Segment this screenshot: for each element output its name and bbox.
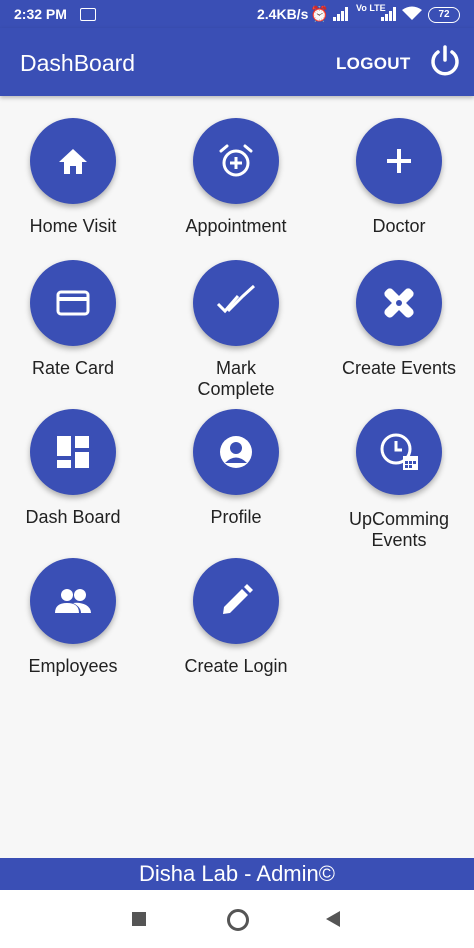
account-circle-icon [220, 436, 252, 468]
tile-label: Mark Complete [197, 358, 275, 399]
tile-label: UpComming Events [348, 509, 450, 550]
app-bar: DashBoard LOGOUT [0, 28, 474, 96]
back-icon[interactable] [326, 911, 340, 927]
tile-rate-card[interactable]: Rate Card [0, 260, 148, 379]
tile-label: Home Visit [29, 216, 117, 236]
bandage-icon [384, 288, 414, 318]
tile-create-login[interactable]: Create Login [161, 558, 311, 677]
mark-complete-button[interactable] [193, 260, 279, 346]
tile-upcomming-events[interactable]: UpComming Events [324, 409, 474, 551]
tile-label: Doctor [372, 216, 426, 236]
tile-dash-board[interactable]: Dash Board [0, 409, 148, 528]
signal-icon [333, 7, 348, 21]
tile-home-visit[interactable]: Home Visit [0, 118, 148, 237]
tile-doctor[interactable]: Doctor [324, 118, 474, 237]
home-visit-button[interactable] [30, 118, 116, 204]
tile-appointment[interactable]: Appointment [161, 118, 311, 237]
plus-icon [387, 149, 411, 173]
wifi-icon [402, 6, 422, 20]
tile-employees[interactable]: Employees [0, 558, 148, 677]
network-speed: 2.4KB/s [257, 6, 309, 22]
done-all-icon [216, 284, 256, 314]
tile-label: Employees [28, 656, 118, 676]
system-nav-bar [0, 890, 474, 948]
alarm-add-icon [219, 144, 253, 177]
tile-label: Profile [210, 507, 262, 527]
tile-label: Appointment [185, 216, 287, 236]
dashboard-icon [57, 436, 89, 468]
tile-label: Rate Card [31, 358, 115, 378]
people-icon [55, 589, 91, 613]
employees-button[interactable] [30, 558, 116, 644]
tile-mark-complete[interactable]: Mark Complete [161, 260, 311, 400]
power-icon[interactable] [428, 44, 462, 78]
status-bar: 2:32 PM 2.4KB/s ⏰ Vo LTE 72 [0, 0, 474, 28]
tile-label: Create Events [341, 358, 457, 378]
signal-icon-2 [381, 7, 396, 21]
battery-indicator: 72 [428, 7, 460, 23]
page-title: DashBoard [20, 50, 136, 76]
credit-card-icon [56, 290, 90, 316]
rate-card-button[interactable] [30, 260, 116, 346]
create-events-button[interactable] [356, 260, 442, 346]
doctor-button[interactable] [356, 118, 442, 204]
upcomming-events-button[interactable] [356, 409, 442, 495]
appointment-button[interactable] [193, 118, 279, 204]
recents-icon[interactable] [132, 912, 146, 926]
logout-button[interactable]: LOGOUT [336, 54, 411, 74]
tile-label: Create Login [184, 656, 288, 676]
dash-board-button[interactable] [30, 409, 116, 495]
home-nav-icon[interactable] [227, 909, 249, 931]
tile-profile[interactable]: Profile [161, 409, 311, 528]
home-icon [59, 149, 87, 174]
profile-button[interactable] [193, 409, 279, 495]
tile-create-events[interactable]: Create Events [324, 260, 474, 379]
tile-label: Dash Board [25, 507, 121, 527]
status-time: 2:32 PM [14, 6, 67, 22]
pencil-icon [223, 584, 253, 614]
vpn-icon [80, 8, 96, 21]
footer-banner: Disha Lab - Admin© [0, 858, 474, 890]
alarm-icon: ⏰ [310, 6, 329, 23]
create-login-button[interactable] [193, 558, 279, 644]
clock-calendar-icon [380, 433, 418, 470]
